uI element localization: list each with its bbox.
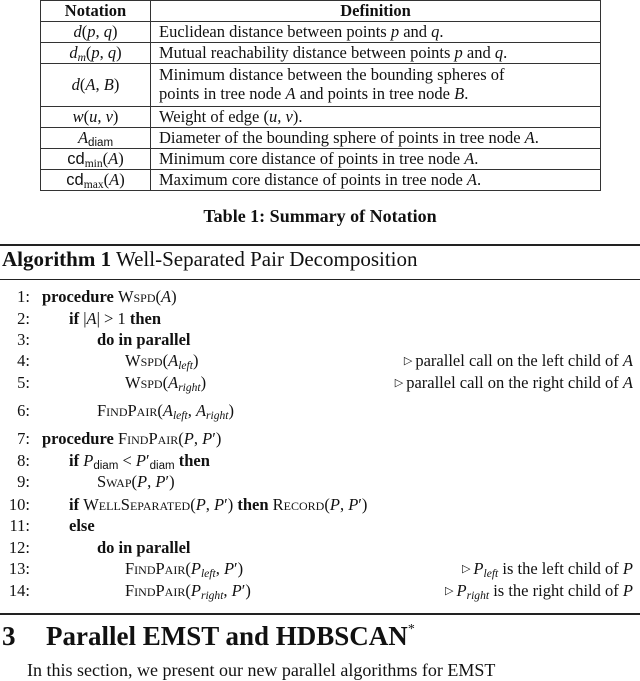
algorithm-line: 14: FindPair(Pright, P′) ▷ Pright is the … [0,581,636,603]
line-number: 3: [17,330,30,349]
algorithm-line: 4: Wspd(Aleft) ▷ parallel call on the lef… [0,351,636,373]
notation-definition: Minimum core distance of points in tree … [150,148,601,170]
notation-definition: Diameter of the bounding sphere of point… [150,127,601,149]
algorithm-line: 3: do in parallel [0,330,636,352]
table-row: dm(p, q) Mutual reachability distance be… [40,42,601,64]
notation-definition: Euclidean distance between points p and … [150,21,601,43]
line-number: 4: [17,351,30,370]
line-number: 5: [17,373,30,392]
algorithm-label: Algorithm 1 [2,247,112,271]
header-definition: Definition [150,0,601,22]
section-title-asterisk: * [407,622,415,637]
table-row: Adiam Diameter of the bounding sphere of… [40,127,601,149]
table-header-row: Notation Definition [40,0,601,22]
line-code: Swap(P, P′) [97,472,175,491]
header-notation: Notation [40,0,151,22]
notation-symbol: cdmin(A) [40,148,151,170]
algorithm-title: Algorithm 1 Well-Separated Pair Decompos… [2,247,418,272]
line-code: else [69,516,95,535]
algorithm-name: Well-Separated Pair Decomposition [115,247,418,271]
notation-definition: Mutual reachability distance between poi… [150,42,601,64]
line-number: 12: [8,538,30,557]
table-row: cdmax(A) Maximum core distance of points… [40,169,601,191]
table-row: cdmin(A) Minimum core distance of points… [40,148,601,170]
table-row: d(p, q) Euclidean distance between point… [40,21,601,43]
notation-symbol: d(p, q) [40,21,151,43]
line-number: 6: [17,401,30,420]
line-code: if WellSeparated(P, P′) then Record(P, P… [69,495,368,514]
section-heading: 3 Parallel EMST and HDBSCAN* [2,621,415,652]
notation-symbol: Adiam [40,127,151,149]
section-title: Parallel EMST and HDBSCAN [46,621,408,651]
line-number: 13: [8,559,30,578]
line-code: FindPair(Pright, P′) [125,581,251,602]
line-code: procedure Wspd(A) [42,287,177,306]
line-code: do in parallel [97,538,191,557]
table-caption: Table 1: Summary of Notation [203,206,437,226]
algorithm-line: 6: FindPair(Aleft, Aright) [0,401,636,423]
notation-symbol: dm(p, q) [40,42,151,64]
line-number: 10: [8,495,30,514]
algorithm-line: 7: procedure FindPair(P, P′) [0,429,636,451]
body-paragraph: In this section, we present our new para… [27,660,496,680]
line-code: if Pdiam < P′diam then [69,451,210,472]
line-number: 14: [8,581,30,600]
section-number: 3 [2,621,16,651]
line-code: FindPair(Aleft, Aright) [97,401,235,422]
algorithm-line: 5: Wspd(Aright) ▷ parallel call on the ri… [0,373,636,395]
table-row: w(u, v) Weight of edge (u, v). [40,106,601,128]
triangle-right-icon: ▷ [445,585,454,597]
notation-symbol: cdmax(A) [40,169,151,191]
line-number: 11: [9,516,30,535]
triangle-right-icon: ▷ [403,355,413,367]
line-comment: ▷ Pright is the right child of P [445,581,633,602]
line-code: Wspd(Aleft) [125,351,199,372]
algorithm-line: 8: if Pdiam < P′diam then [0,451,636,473]
algorithm-header-rule [0,279,640,280]
line-code: Wspd(Aright) [125,373,207,394]
line-comment: ▷ parallel call on the left child of A [403,351,633,370]
table-row: d(A, B) Minimum distance between the bou… [40,63,601,107]
line-number: 1: [17,287,30,306]
notation-definition: Weight of edge (u, v). [150,106,601,128]
line-comment: ▷ parallel call on the right child of A [394,373,633,392]
line-comment: ▷ Pleft is the left child of P [461,559,633,580]
notation-definition: Maximum core distance of points in tree … [150,169,601,191]
line-code: do in parallel [97,330,191,349]
line-code: if |A| > 1 then [69,309,162,328]
line-number: 7: [17,429,30,448]
algorithm-top-rule [0,244,640,246]
notation-definition: Minimum distance between the bounding sp… [150,63,601,107]
line-number: 9: [17,472,30,491]
line-code: procedure FindPair(P, P′) [42,429,222,448]
line-number: 2: [17,309,30,328]
line-code: FindPair(Pleft, P′) [125,559,244,580]
notation-table: Notation Definition d(p, q) Euclidean di… [40,0,601,191]
line-number: 8: [17,451,30,470]
algorithm-line: 9: Swap(P, P′) [0,472,636,494]
triangle-right-icon: ▷ [394,377,404,389]
algorithm-line: 11: else [0,516,636,538]
algorithm-line: 1: procedure Wspd(A) [0,287,636,309]
algorithm-line: 10: if WellSeparated(P, P′) then Record(… [0,495,636,517]
triangle-right-icon: ▷ [461,563,471,575]
algorithm-bottom-rule [0,613,640,615]
algorithm-line: 13: FindPair(Pleft, P′) ▷ Pleft is the le… [0,559,636,581]
notation-symbol: w(u, v) [40,106,151,128]
algorithm-line: 12: do in parallel [0,538,636,560]
algorithm-line: 2: if |A| > 1 then [0,309,636,331]
notation-symbol: d(A, B) [40,63,151,107]
